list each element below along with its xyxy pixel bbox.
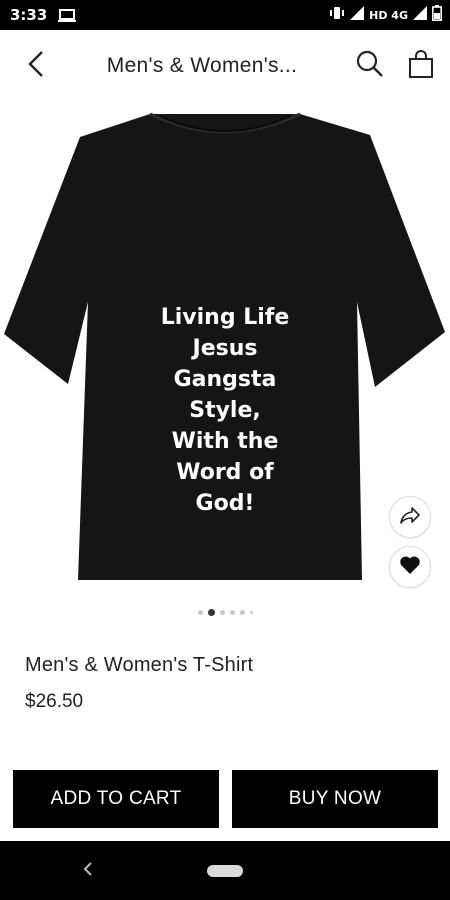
product-image[interactable]: Living Life Jesus Gangsta Style, With th… bbox=[0, 102, 450, 592]
system-nav-bar bbox=[0, 841, 450, 900]
shirt-text-line: Style, bbox=[189, 398, 261, 423]
nav-home-pill[interactable] bbox=[207, 865, 243, 877]
signal-icon bbox=[350, 6, 365, 25]
pager-dot[interactable] bbox=[197, 610, 203, 615]
pager-dot[interactable] bbox=[229, 610, 235, 615]
chevron-left-icon bbox=[83, 861, 93, 881]
cart-button[interactable] bbox=[404, 48, 438, 84]
share-button[interactable] bbox=[389, 496, 431, 538]
shirt-text-line: Jesus bbox=[192, 336, 258, 361]
vibrate-icon bbox=[329, 6, 345, 25]
pager-dot[interactable] bbox=[219, 610, 225, 615]
signal-icon-2 bbox=[413, 6, 427, 25]
shirt-text-line: God! bbox=[195, 491, 255, 516]
heart-icon bbox=[399, 555, 421, 580]
network-label: HD 4G bbox=[369, 9, 408, 22]
laptop-icon bbox=[58, 9, 76, 27]
search-icon bbox=[356, 50, 384, 83]
status-bar: 3:33 HD 4G bbox=[0, 0, 450, 30]
pager-dot[interactable] bbox=[249, 611, 253, 614]
pager-dot[interactable] bbox=[239, 610, 245, 615]
shirt-text-line: With the bbox=[171, 429, 279, 454]
back-button[interactable] bbox=[20, 48, 52, 84]
share-icon bbox=[399, 506, 421, 529]
image-pager bbox=[0, 609, 450, 616]
shopping-bag-icon bbox=[407, 49, 435, 84]
favorite-button[interactable] bbox=[389, 546, 431, 588]
buy-now-button[interactable]: BUY NOW bbox=[232, 770, 438, 828]
product-price: $26.50 bbox=[25, 691, 84, 712]
battery-icon bbox=[432, 5, 442, 26]
product-name: Men's & Women's T-Shirt bbox=[25, 654, 254, 676]
page-title: Men's & Women's... bbox=[106, 54, 298, 77]
shirt-print-text: Living Life Jesus Gangsta Style, With th… bbox=[145, 302, 305, 519]
app-header: Men's & Women's... bbox=[0, 30, 450, 102]
shirt-text-line: Word of bbox=[176, 460, 274, 485]
search-button[interactable] bbox=[354, 50, 386, 82]
back-arrow-icon bbox=[28, 50, 44, 83]
status-icons: HD 4G bbox=[329, 5, 442, 26]
shirt-text-line: Living Life bbox=[160, 305, 290, 330]
status-time: 3:33 bbox=[10, 6, 48, 24]
nav-back-button[interactable] bbox=[78, 861, 98, 881]
add-to-cart-button[interactable]: ADD TO CART bbox=[13, 770, 219, 828]
shirt-text-line: Gangsta bbox=[173, 367, 277, 392]
pager-dot-active[interactable] bbox=[207, 609, 215, 616]
